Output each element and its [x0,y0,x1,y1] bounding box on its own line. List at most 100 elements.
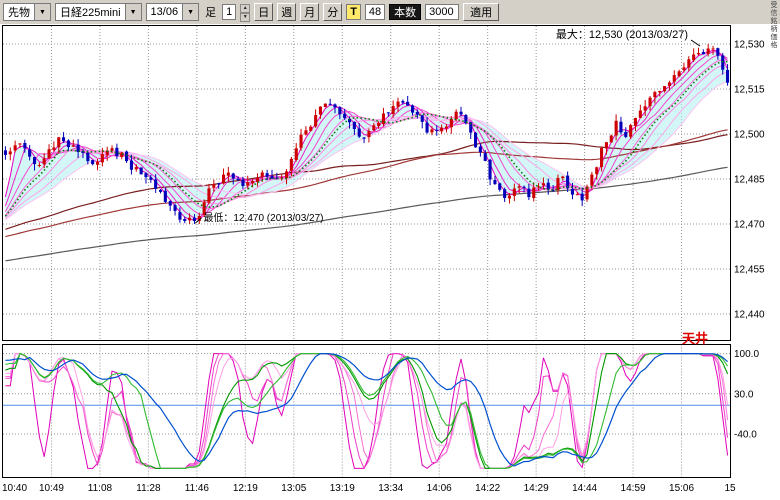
oscillator-axis-labels: 100.030.0-40.0 [734,349,759,440]
trading-app-window: 先物 ▼ 日経225mini ▼ 13/06 ▼ 足 1 ▲▼ 日 週 月 分 … [0,0,780,500]
candle-body [634,118,637,126]
candle-body [9,151,12,154]
period-day-button[interactable]: 日 [254,3,273,21]
candle-body [48,149,51,158]
chevron-down-icon[interactable]: ▼ [125,4,141,20]
candle-body [232,174,235,179]
time-axis-label: 10:40 [2,483,27,494]
candle-body [498,183,501,189]
period-month-button[interactable]: 月 [300,3,319,21]
candle-body [392,106,395,114]
candle-body [154,180,157,189]
spin-up-icon[interactable]: ▲ [240,4,250,13]
candle-body [673,75,676,82]
candle-body [571,189,574,195]
candle-body [319,107,322,115]
candle-body [4,150,7,155]
oscillator-axis-label: 30.0 [734,389,754,400]
candle-body [411,105,414,112]
time-axis-labels: 10:4010:4911:0811:2811:4612:1913:0513:19… [2,483,736,494]
candle-body [576,194,579,195]
ceiling-annotation: 天井 [682,331,708,346]
candle-body [193,218,196,221]
symbol-value: 日経225mini [56,4,125,20]
candle-body [372,125,375,130]
candle-body [174,205,177,211]
candle-body [217,183,220,184]
period-minute-button[interactable]: 分 [323,3,342,21]
candle-body [28,150,31,157]
candle-body [595,167,598,174]
time-axis-label: 14:22 [475,483,500,494]
min-annotation: 最低：12,470 (2013/03/27) [203,211,323,224]
candle-body [489,160,492,180]
time-axis-label: 13:05 [281,483,306,494]
spin-down-icon[interactable]: ▼ [240,13,250,22]
candle-body [547,183,550,190]
candle-body [508,196,511,199]
candle-body [290,159,293,171]
period-week-button[interactable]: 週 [277,3,296,21]
candle-body [532,188,535,198]
instrument-type-select[interactable]: 先物 ▼ [3,3,51,21]
candle-body [590,175,593,186]
candle-body [726,70,729,83]
bar-count-input[interactable]: 3000 [425,4,459,20]
candle-body [96,162,99,165]
time-axis-label: 12:19 [233,483,258,494]
bar-type-label: 足 [205,4,216,20]
price-axis-labels: 12,53012,51512,50012,48512,47012,45512,4… [734,40,765,321]
candle-body [426,123,429,133]
candle-body [164,191,167,202]
candle-body [329,104,332,105]
tick-mode-button[interactable]: T [346,4,361,20]
time-axis-label: 11:28 [136,483,161,494]
candle-body [261,173,264,177]
candle-body [397,102,400,107]
candle-body [421,115,424,122]
candle-body [450,119,453,127]
contract-month-value: 13/06 [147,4,183,20]
candle-body [474,133,477,148]
candle-body [605,142,608,148]
candle-body [445,127,448,129]
candle-body [401,101,404,103]
contract-month-select[interactable]: 13/06 ▼ [146,3,200,21]
candle-body [314,115,317,126]
candle-body [343,114,346,118]
apply-button[interactable]: 適用 [463,3,499,21]
time-axis-label: 11:46 [185,483,210,494]
interval-stepper[interactable]: ▲▼ [240,4,250,20]
candle-body [663,86,666,91]
bar-count-label: 本数 [389,4,421,20]
candle-body [561,177,564,179]
chevron-down-icon[interactable]: ▼ [182,4,198,20]
candle-body [304,130,307,134]
interval-value-box[interactable]: 1 [222,4,236,20]
chevron-down-icon[interactable]: ▼ [34,4,50,20]
price-axis-label: 12,485 [734,175,765,186]
candle-body [130,161,133,170]
candle-body [523,187,526,188]
candle-body [178,212,181,220]
candle-body [159,190,162,192]
time-axis-label: 13:34 [378,483,403,494]
price-axis-label: 12,530 [734,40,765,51]
symbol-select[interactable]: 日経225mini ▼ [55,3,142,21]
candle-body [668,83,671,86]
candle-body [367,131,370,137]
candle-body [333,104,336,107]
candle-body [682,67,685,70]
candle-body [62,137,65,141]
candle-body [387,112,390,113]
candle-body [377,123,380,126]
tick-count-box[interactable]: 48 [365,4,385,20]
candle-body [183,219,186,221]
candle-body [493,180,496,184]
candle-body [600,148,603,167]
candle-body [72,145,75,146]
chart-canvas[interactable]: 12,53012,51512,50012,48512,47012,45512,4… [0,0,780,500]
candle-body [610,136,613,143]
candle-body [237,179,240,180]
candle-body [707,49,710,54]
